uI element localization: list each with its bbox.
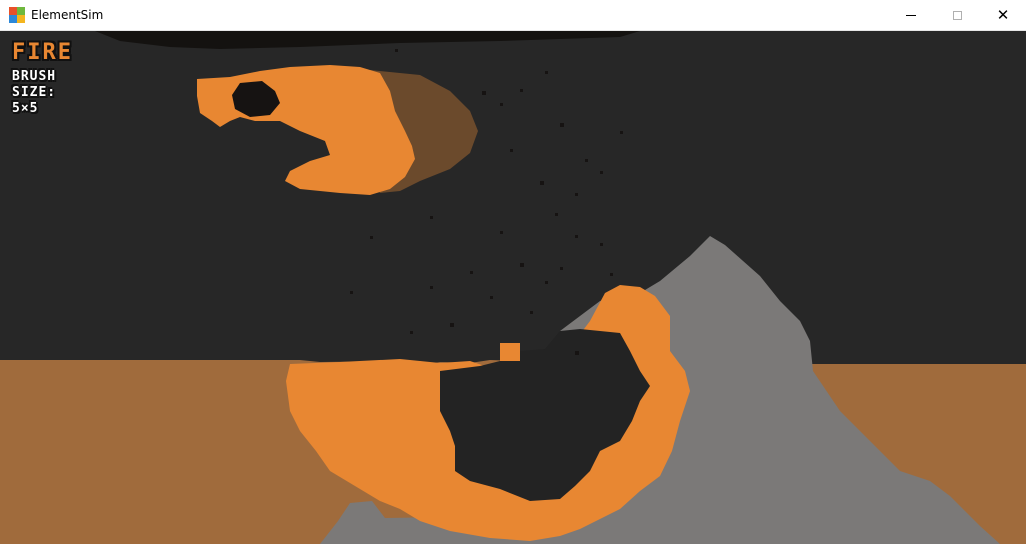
simulation-scene bbox=[0, 31, 1026, 544]
app-window: ElementSim ✕ FIRE BRUSH SIZE: 5×5 bbox=[0, 0, 1026, 544]
fire-small-chunk bbox=[500, 343, 520, 361]
simulation-canvas[interactable]: FIRE BRUSH SIZE: 5×5 bbox=[0, 31, 1026, 544]
windows-app-icon bbox=[9, 7, 25, 23]
maximize-button[interactable] bbox=[934, 0, 980, 30]
window-title: ElementSim bbox=[31, 8, 104, 22]
brush-size-value: 5×5 bbox=[12, 101, 39, 116]
title-bar[interactable]: ElementSim ✕ bbox=[0, 0, 1026, 31]
maximize-icon bbox=[952, 10, 962, 20]
brush-size-readout: BRUSH SIZE: 5×5 bbox=[12, 69, 56, 117]
close-icon: ✕ bbox=[996, 5, 1010, 24]
minimize-button[interactable] bbox=[888, 0, 934, 30]
selected-element-label: FIRE bbox=[12, 40, 73, 65]
brush-size-label: BRUSH SIZE: bbox=[12, 69, 57, 100]
minimize-icon bbox=[906, 14, 916, 16]
close-button[interactable]: ✕ bbox=[980, 0, 1026, 30]
